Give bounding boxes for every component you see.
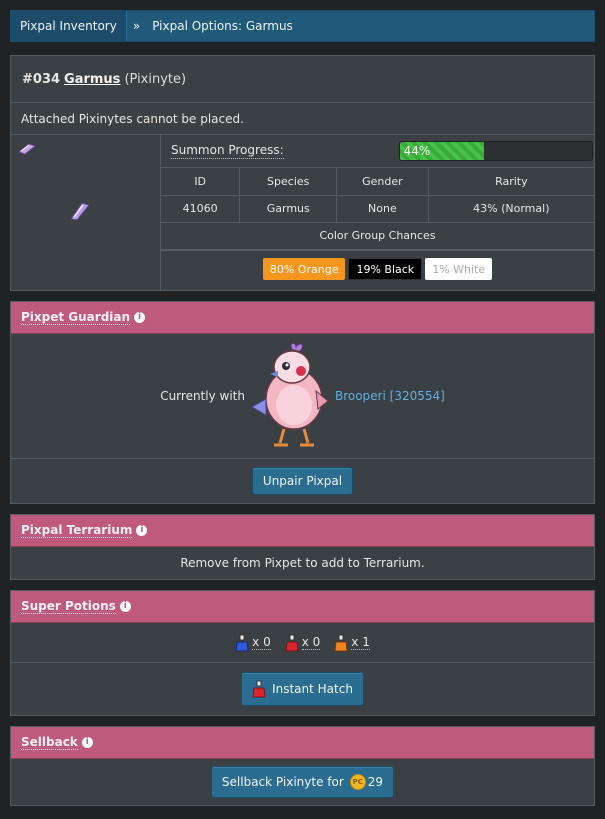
terrarium-header: Pixpal Terrarium i	[11, 515, 594, 547]
breadcrumb-current: Pixpal Options: Garmus	[152, 19, 293, 33]
info-icon[interactable]: i	[119, 601, 131, 612]
attached-note: Attached Pixinytes cannot be placed.	[11, 102, 594, 135]
summon-progress-label: Summon Progress:	[171, 143, 284, 159]
guardian-panel: Pixpet Guardian i Currently with Brooper…	[10, 301, 595, 504]
stats-header-id: ID	[161, 168, 241, 196]
pixpal-title: #034 Garmus (Pixinyte)	[11, 56, 594, 102]
sellback-panel: Sellback i Sellback Pixinyte for PC 29	[10, 726, 595, 806]
pixpal-number: #034	[22, 71, 61, 87]
instant-hatch-label: Instant Hatch	[272, 682, 353, 696]
red-potion-count: x 0	[301, 635, 321, 650]
pixpal-info-panel: #034 Garmus (Pixinyte) Attached Pixinyte…	[10, 55, 595, 291]
sellback-header: Sellback i	[11, 727, 594, 759]
pixpal-type: (Pixinyte)	[124, 71, 187, 87]
sellback-label: Sellback Pixinyte for	[221, 775, 344, 789]
potions-row: x 0 x 0 x 1	[11, 623, 594, 663]
guardian-body: Currently with Brooperi [320554]	[11, 334, 594, 459]
terrarium-panel: Pixpal Terrarium i Remove from Pixpet to…	[10, 514, 595, 580]
small-crystal-icon	[17, 143, 37, 155]
red-potion: x 0	[285, 634, 321, 652]
potions-panel: Super Potions i x 0 x 0 x 1 Instant Hatc…	[10, 590, 595, 716]
info-icon[interactable]: i	[134, 312, 146, 323]
blue-potion-count: x 0	[252, 635, 271, 650]
stats-header-gender: Gender	[336, 168, 429, 196]
summon-progress-bar: 44%	[398, 141, 593, 161]
breadcrumb-home-link[interactable]: Pixpal Inventory	[11, 11, 127, 41]
stats-value-id: 41060	[161, 194, 241, 223]
breadcrumb: Pixpal Inventory » Pixpal Options: Garmu…	[10, 10, 595, 42]
summon-progress-text: 44%	[403, 144, 431, 158]
guardian-pet-link[interactable]: Brooperi [320554]	[335, 389, 445, 403]
summon-progress-row: Summon Progress: 44%	[161, 135, 594, 168]
pixpet-bird-sprite[interactable]	[248, 341, 332, 451]
stats-value-gender: None	[336, 194, 429, 223]
color-chances-title: Color Group Chances	[161, 221, 594, 250]
instant-hatch-button[interactable]: Instant Hatch	[241, 672, 364, 706]
currently-with-label: Currently with	[160, 389, 245, 403]
guardian-header: Pixpet Guardian i	[11, 302, 594, 334]
sellback-button[interactable]: Sellback Pixinyte for PC 29	[210, 766, 395, 798]
terrarium-message: Remove from Pixpet to add to Terrarium.	[180, 556, 425, 570]
orange-potion-icon	[334, 634, 348, 651]
chip-white: 1% White	[425, 258, 493, 280]
stats-table: ID Species Gender Rarity 41060 Garmus No…	[161, 168, 594, 250]
stats-header-species: Species	[239, 168, 338, 196]
red-potion-icon	[252, 680, 266, 698]
pixpal-name-link[interactable]: Garmus	[64, 72, 120, 87]
chip-orange: 80% Orange	[262, 258, 346, 280]
sellback-amount: 29	[367, 775, 384, 789]
coin-icon: PC	[349, 774, 366, 790]
blue-potion-icon	[235, 634, 249, 651]
color-chances-row: 80% Orange 19% Black 1% White	[161, 249, 594, 288]
orange-potion: x 1	[334, 634, 370, 652]
blue-potion: x 0	[235, 634, 271, 652]
sellback-title: Sellback	[21, 735, 78, 750]
potions-title: Super Potions	[21, 599, 116, 614]
unpair-pixpal-button[interactable]: Unpair Pixpal	[251, 467, 354, 495]
stats-value-species: Garmus	[239, 194, 338, 223]
potions-header: Super Potions i	[11, 591, 594, 623]
red-potion-icon	[285, 634, 299, 651]
guardian-title: Pixpet Guardian	[21, 310, 131, 325]
info-icon[interactable]: i	[81, 737, 93, 748]
chip-black: 19% Black	[348, 258, 423, 280]
stats-value-rarity: 43% (Normal)	[427, 194, 594, 223]
terrarium-title: Pixpal Terrarium	[21, 523, 133, 538]
pixinyte-crystal-sprite	[70, 202, 90, 221]
breadcrumb-separator: »	[132, 19, 141, 33]
stats-header-rarity: Rarity	[427, 168, 594, 196]
orange-potion-count: x 1	[351, 635, 370, 650]
sprite-cell	[11, 135, 161, 290]
info-icon[interactable]: i	[136, 525, 148, 536]
